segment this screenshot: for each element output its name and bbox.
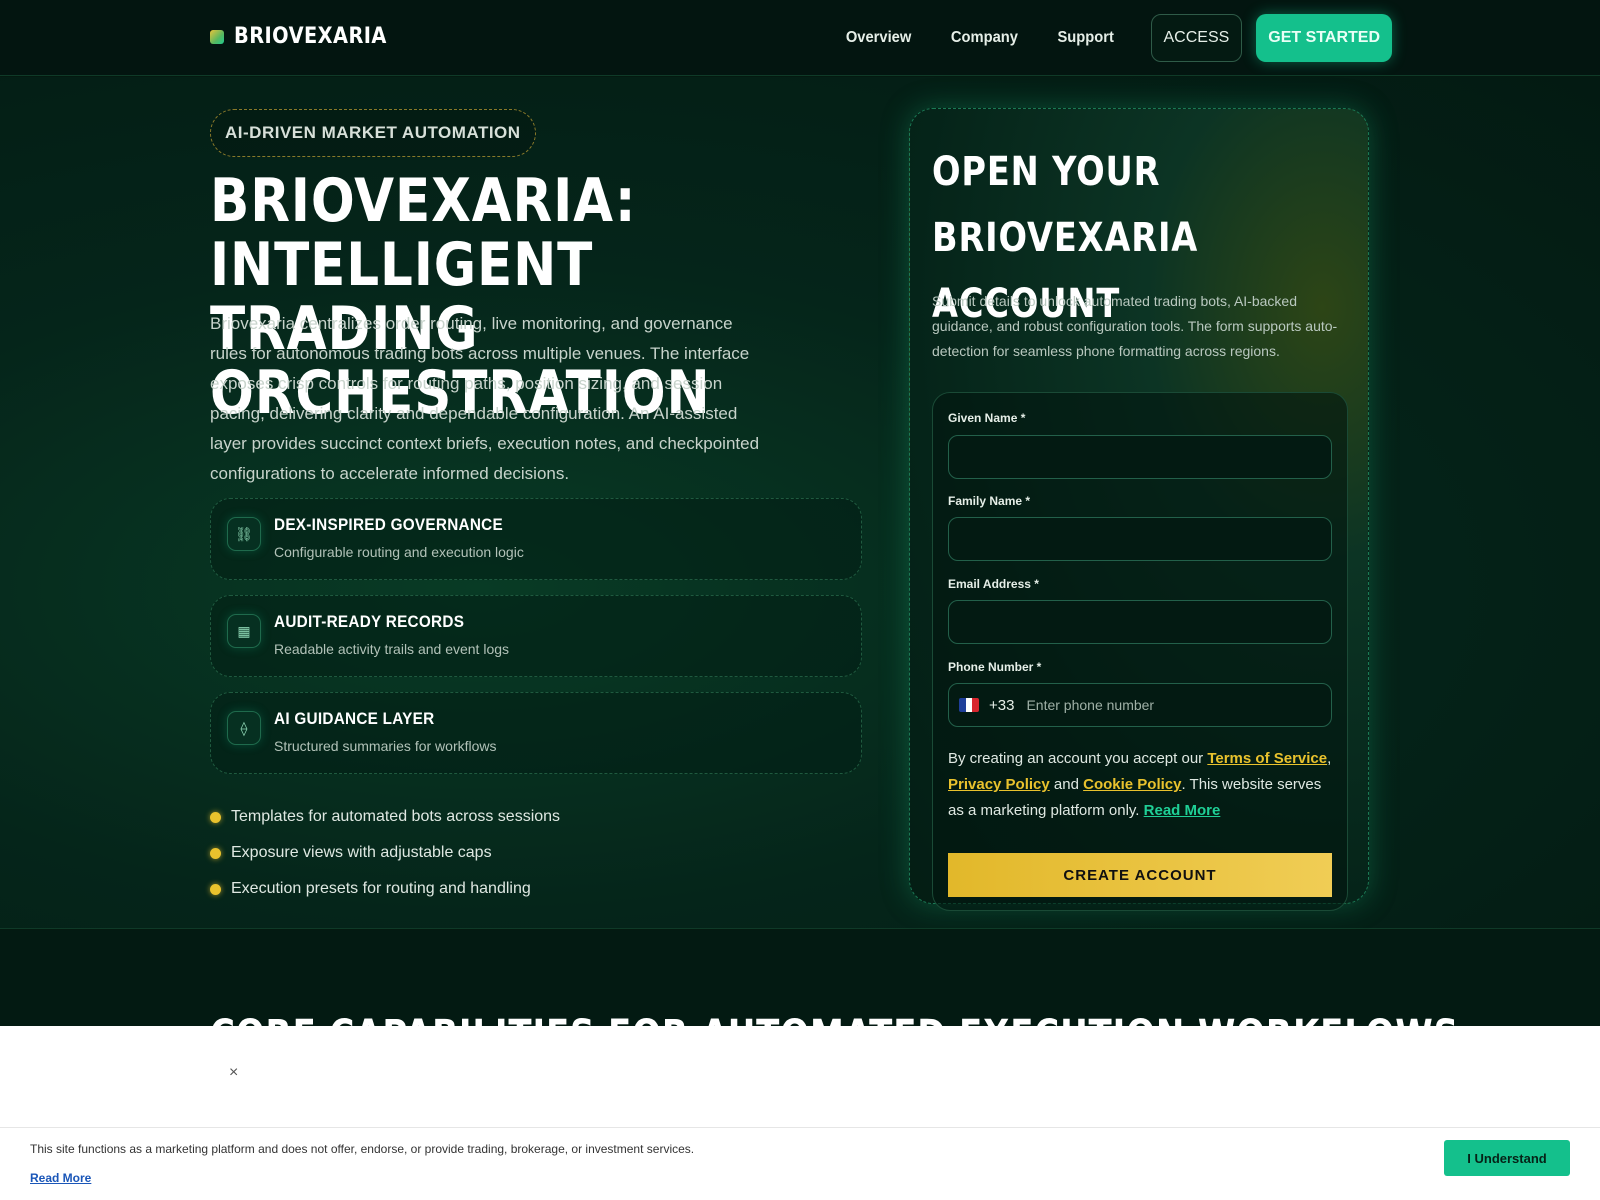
signup-card: OPEN YOUR BRIOVEXARIA ACCOUNT Submit det…: [909, 108, 1369, 911]
nav-overview[interactable]: Overview: [846, 29, 911, 47]
bullet-dot-icon: [210, 811, 221, 823]
terms-of-service-link[interactable]: Terms of Service: [1207, 750, 1327, 767]
diamond-icon: ⟠: [227, 711, 261, 745]
privacy-policy-link[interactable]: Privacy Policy: [948, 776, 1050, 793]
brand-logo[interactable]: BRIOVEXARIA: [210, 24, 408, 49]
feature-title: DEX-INSPIRED GOVERNANCE: [274, 515, 503, 534]
top-navigation-bar: BRIOVEXARIA Overview Company Support ACC…: [0, 0, 1600, 76]
dial-code[interactable]: +33: [989, 697, 1014, 714]
i-understand-button[interactable]: I Understand: [1444, 1140, 1570, 1176]
feature-card-ai-guidance: ⟠ AI GUIDANCE LAYER Structured summaries…: [210, 692, 862, 774]
signup-title-line-1: OPEN YOUR: [932, 149, 1161, 195]
consent-text: By creating an account you accept our Te…: [948, 746, 1338, 824]
consent-and: and: [1049, 776, 1084, 793]
bullet-text: Execution presets for routing and handli…: [231, 880, 531, 897]
bullet-text: Templates for automated bots across sess…: [231, 808, 561, 825]
cookie-policy-link[interactable]: Cookie Policy: [1083, 776, 1181, 793]
consent-separator: ,: [1327, 750, 1332, 767]
popup-overlay: ×: [0, 1026, 1600, 1127]
list-item: Execution presets for routing and handli…: [210, 871, 560, 907]
phone-field-wrapper: +33: [948, 683, 1332, 727]
read-more-link[interactable]: Read More: [1144, 802, 1221, 819]
feature-subtitle: Readable activity trails and event logs: [274, 641, 510, 657]
nav-support[interactable]: Support: [1058, 29, 1114, 47]
signup-description: Submit details to unlock automated tradi…: [932, 293, 1338, 359]
hero-section: AI-DRIVEN MARKET AUTOMATION BRIOVEXARIA:…: [0, 77, 1600, 929]
hero-tag-pill: AI-DRIVEN MARKET AUTOMATION: [210, 109, 536, 157]
brand-mark-icon: [210, 29, 224, 44]
cookie-bar: This site functions as a marketing platf…: [0, 1127, 1600, 1200]
hero-title-line-1: BRIOVEXARIA: INTELLIGENT: [210, 166, 637, 300]
given-name-field[interactable]: [948, 435, 1332, 479]
capabilities-section: CORE CAPABILITIES FOR AUTOMATED EXECUTIO…: [0, 930, 1600, 1058]
signup-form: Given Name * Family Name * Email Address…: [932, 392, 1348, 911]
list-item: Templates for automated bots across sess…: [210, 799, 560, 835]
phone-number-field[interactable]: [1026, 697, 1321, 713]
feature-card-records: ▦ AUDIT-READY RECORDS Readable activity …: [210, 595, 862, 677]
get-started-button[interactable]: GET STARTED: [1256, 14, 1392, 62]
main-nav: Overview Company Support ACCESS GET STAR…: [843, 14, 1392, 62]
feature-card-governance: ⛓ DEX-INSPIRED GOVERNANCE Configurable r…: [210, 498, 862, 580]
bullet-text: Exposure views with adjustable caps: [231, 844, 492, 861]
link-icon: ⛓: [227, 517, 261, 551]
grid-icon: ▦: [227, 614, 261, 648]
france-flag-icon[interactable]: [959, 698, 979, 712]
hero-description: Briovexaria centralizes order routing, l…: [210, 314, 760, 483]
email-field[interactable]: [948, 600, 1332, 644]
phone-label: Phone Number *: [948, 660, 1042, 674]
family-name-field[interactable]: [948, 517, 1332, 561]
access-button[interactable]: ACCESS: [1150, 14, 1243, 62]
create-account-button[interactable]: CREATE ACCOUNT: [948, 853, 1332, 897]
feature-subtitle: Structured summaries for workflows: [274, 738, 497, 754]
consent-prefix: By creating an account you accept our: [948, 750, 1208, 767]
nav-company[interactable]: Company: [951, 29, 1018, 47]
given-name-label: Given Name *: [948, 411, 1026, 425]
feature-title: AUDIT-READY RECORDS: [274, 612, 465, 631]
bullet-dot-icon: [210, 847, 221, 859]
list-item: Exposure views with adjustable caps: [210, 835, 560, 871]
bullet-list: Templates for automated bots across sess…: [210, 799, 560, 907]
email-label: Email Address *: [948, 577, 1039, 591]
family-name-label: Family Name *: [948, 494, 1031, 508]
feature-subtitle: Configurable routing and execution logic: [274, 544, 524, 560]
cookie-read-more-link[interactable]: Read More: [30, 1171, 91, 1185]
cookie-notice-text: This site functions as a marketing platf…: [30, 1142, 695, 1156]
feature-title: AI GUIDANCE LAYER: [274, 709, 435, 728]
close-icon[interactable]: ×: [229, 1064, 238, 1082]
bullet-dot-icon: [210, 883, 221, 895]
brand-name: BRIOVEXARIA: [234, 24, 387, 49]
